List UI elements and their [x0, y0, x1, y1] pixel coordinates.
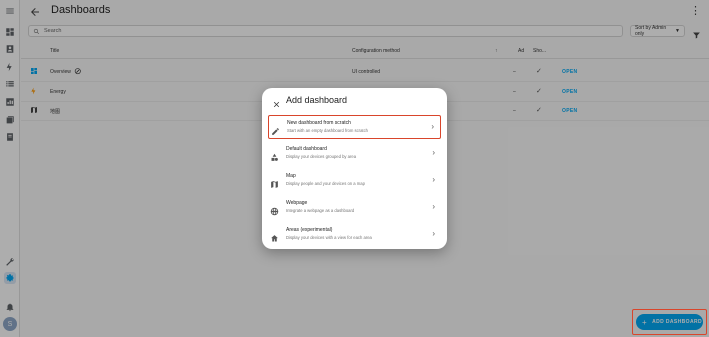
option-default-dashboard[interactable]: Default dashboard Display your devices g…	[268, 142, 441, 166]
option-webpage[interactable]: Webpage Integrate a webpage as a dashboa…	[268, 196, 441, 220]
option-description: Integrate a webpage as a dashboard	[286, 208, 355, 213]
close-icon[interactable]	[272, 96, 281, 108]
option-title: New dashboard from scratch	[287, 120, 351, 126]
add-dashboard-dialog: Add dashboard New dashboard from scratch…	[262, 88, 447, 249]
chevron-right-icon: ›	[432, 175, 435, 184]
shapes-icon	[270, 149, 279, 161]
option-description: Start with an empty dashboard from scrat…	[287, 128, 368, 133]
option-description: Display your devices grouped by area	[286, 154, 357, 159]
option-title: Areas (experimental)	[286, 227, 333, 233]
map-icon	[270, 176, 279, 188]
globe-icon	[270, 203, 279, 216]
option-description: Display your devices with a view for eac…	[286, 235, 372, 240]
fab-highlight-box	[632, 309, 707, 335]
chevron-right-icon: ›	[432, 229, 435, 238]
option-areas[interactable]: Areas (experimental) Display your device…	[268, 223, 441, 247]
option-title: Webpage	[286, 200, 308, 206]
option-map[interactable]: Map Display people and your devices on a…	[268, 169, 441, 193]
option-description: Display people and your devices on a map	[286, 181, 365, 186]
option-new-dashboard[interactable]: New dashboard from scratch Start with an…	[268, 115, 441, 139]
dialog-title: Add dashboard	[286, 95, 348, 105]
chevron-right-icon: ›	[431, 122, 434, 131]
home-icon	[270, 230, 279, 242]
chevron-right-icon: ›	[432, 202, 435, 211]
option-title: Default dashboard	[286, 146, 327, 152]
option-title: Map	[286, 173, 296, 179]
chevron-right-icon: ›	[432, 148, 435, 157]
pencil-icon	[271, 123, 280, 135]
